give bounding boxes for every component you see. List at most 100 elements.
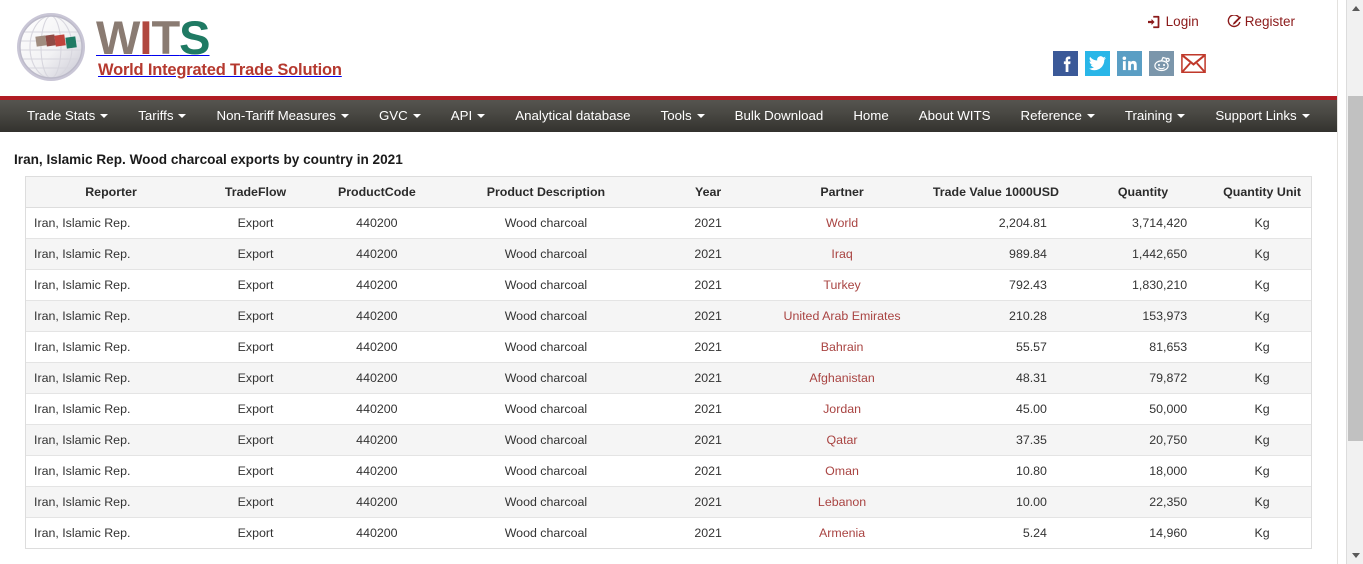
column-header-year[interactable]: Year (651, 177, 766, 208)
chevron-down-icon (1177, 114, 1186, 118)
cell-quantity: 50,000 (1072, 393, 1214, 425)
nav-item-analytical-database[interactable]: Analytical database (500, 100, 645, 132)
cell-productcode-text: 440200 (356, 216, 398, 230)
partner-link[interactable]: Armenia (819, 526, 865, 540)
cell-year: 2021 (651, 331, 766, 363)
partner-link[interactable]: World (826, 216, 858, 230)
cell-productcode-text: 440200 (356, 402, 398, 416)
wits-logo[interactable]: WITS World Integrated Trade Solution (14, 10, 342, 84)
partner-link[interactable]: Iraq (831, 247, 852, 261)
cell-trade-value-text: 10.00 (1015, 495, 1047, 509)
cell-reporter: Iran, Islamic Rep. (26, 362, 199, 394)
column-header-partner[interactable]: Partner (765, 177, 919, 208)
register-link[interactable]: Register (1227, 14, 1295, 29)
cell-partner: Oman (765, 455, 919, 487)
table-body: Iran, Islamic Rep. Export 440200 Wood charc… (26, 207, 1311, 548)
cell-quantity-unit-text: Kg (1254, 247, 1270, 261)
cell-tradeflow: Export (198, 424, 313, 456)
nav-item-non-tariff-measures[interactable]: Non-Tariff Measures (201, 100, 363, 132)
cell-reporter-text: Iran, Islamic Rep. (34, 278, 131, 292)
cell-reporter-text: Iran, Islamic Rep. (34, 526, 131, 540)
partner-link[interactable]: Lebanon (818, 495, 866, 509)
cell-quantity-unit: Kg (1213, 455, 1311, 487)
cell-description: Wood charcoal (440, 331, 652, 363)
brand-text: WITS World Integrated Trade Solution (96, 10, 342, 80)
cell-description-text: Wood charcoal (504, 247, 588, 261)
partner-link[interactable]: Turkey (823, 278, 860, 292)
twitter-icon[interactable] (1085, 51, 1110, 76)
partner-link[interactable]: Jordan (823, 402, 861, 416)
cell-productcode: 440200 (312, 486, 441, 518)
cell-trade-value-text: 48.31 (1015, 371, 1047, 385)
social-links (1053, 51, 1206, 76)
cell-trade-value: 37.35 (918, 424, 1073, 456)
chevron-up-icon (1351, 6, 1360, 11)
nav-item-training[interactable]: Training (1110, 100, 1201, 132)
cell-trade-value-text: 37.35 (1015, 433, 1047, 447)
column-header-quantity[interactable]: Quantity (1072, 177, 1214, 208)
column-header-reporter[interactable]: Reporter (26, 177, 199, 208)
nav-item-reference[interactable]: Reference (1005, 100, 1109, 132)
partner-link[interactable]: Bahrain (821, 340, 864, 354)
envelope-icon[interactable] (1181, 51, 1206, 76)
column-header-tradeflow[interactable]: TradeFlow (198, 177, 313, 208)
sign-in-icon (1147, 15, 1162, 29)
scrollbar-down-button[interactable] (1347, 547, 1363, 564)
cell-reporter: Iran, Islamic Rep. (26, 486, 199, 518)
cell-quantity-unit-text: Kg (1254, 526, 1270, 540)
auth-links: Login Register (1147, 14, 1295, 29)
vertical-scrollbar[interactable] (1346, 0, 1363, 564)
cell-trade-value-text: 10.80 (1015, 464, 1047, 478)
chevron-down-icon (412, 114, 421, 118)
cell-productcode: 440200 (312, 269, 441, 301)
cell-description: Wood charcoal (440, 424, 652, 456)
nav-item-home[interactable]: Home (838, 100, 903, 132)
cell-tradeflow-text: Export (237, 309, 274, 323)
table-row: Iran, Islamic Rep. Export 440200 Wood charc… (26, 517, 1311, 548)
cell-productcode-text: 440200 (356, 464, 398, 478)
nav-item-bulk-download[interactable]: Bulk Download (720, 100, 839, 132)
facebook-icon[interactable] (1053, 51, 1078, 76)
column-header-productcode[interactable]: ProductCode (312, 177, 441, 208)
nav-item-tools[interactable]: Tools (646, 100, 720, 132)
cell-tradeflow: Export (198, 362, 313, 394)
scrollbar-up-button[interactable] (1347, 0, 1363, 17)
nav-item-tariffs[interactable]: Tariffs (123, 100, 201, 132)
partner-link[interactable]: United Arab Emirates (784, 309, 901, 323)
scrollbar-thumb[interactable] (1348, 96, 1363, 441)
nav-label: Support Links (1215, 108, 1297, 124)
linkedin-icon[interactable] (1117, 51, 1142, 76)
table-row: Iran, Islamic Rep. Export 440200 Wood charc… (26, 269, 1311, 301)
cell-quantity-text: 50,000 (1149, 402, 1188, 416)
cell-tradeflow: Export (198, 300, 313, 332)
nav-item-trade-stats[interactable]: Trade Stats (12, 100, 123, 132)
nav-item-api[interactable]: API (436, 100, 500, 132)
cell-tradeflow-text: Export (237, 340, 274, 354)
table-row: Iran, Islamic Rep. Export 440200 Wood charc… (26, 424, 1311, 456)
cell-description-text: Wood charcoal (504, 495, 588, 509)
nav-item-about-wits[interactable]: About WITS (904, 100, 1006, 132)
cell-quantity-unit: Kg (1213, 300, 1311, 332)
partner-link[interactable]: Afghanistan (809, 371, 874, 385)
cell-quantity-unit: Kg (1213, 517, 1311, 548)
cell-quantity-text: 18,000 (1149, 464, 1188, 478)
partner-link[interactable]: Qatar (827, 433, 858, 447)
page-title: Iran, Islamic Rep. Wood charcoal exports… (14, 152, 403, 167)
login-label: Login (1165, 14, 1199, 29)
cell-reporter-text: Iran, Islamic Rep. (34, 309, 131, 323)
login-link[interactable]: Login (1147, 14, 1199, 29)
wits-letter-w: W (96, 11, 140, 64)
nav-item-gvc[interactable]: GVC (364, 100, 436, 132)
cell-year: 2021 (651, 207, 766, 239)
edit-pencil-icon (1227, 14, 1241, 29)
cell-tradeflow: Export (198, 207, 313, 239)
reddit-icon[interactable] (1149, 51, 1174, 76)
nav-item-support-links[interactable]: Support Links (1200, 100, 1324, 132)
column-header-trade-value[interactable]: Trade Value 1000USD (918, 177, 1073, 208)
column-header-quantity-unit[interactable]: Quantity Unit (1213, 177, 1311, 208)
partner-link[interactable]: Oman (825, 464, 859, 478)
cell-description-text: Wood charcoal (504, 371, 588, 385)
cell-year: 2021 (651, 300, 766, 332)
cell-description-text: Wood charcoal (504, 402, 588, 416)
column-header-description[interactable]: Product Description (440, 177, 652, 208)
